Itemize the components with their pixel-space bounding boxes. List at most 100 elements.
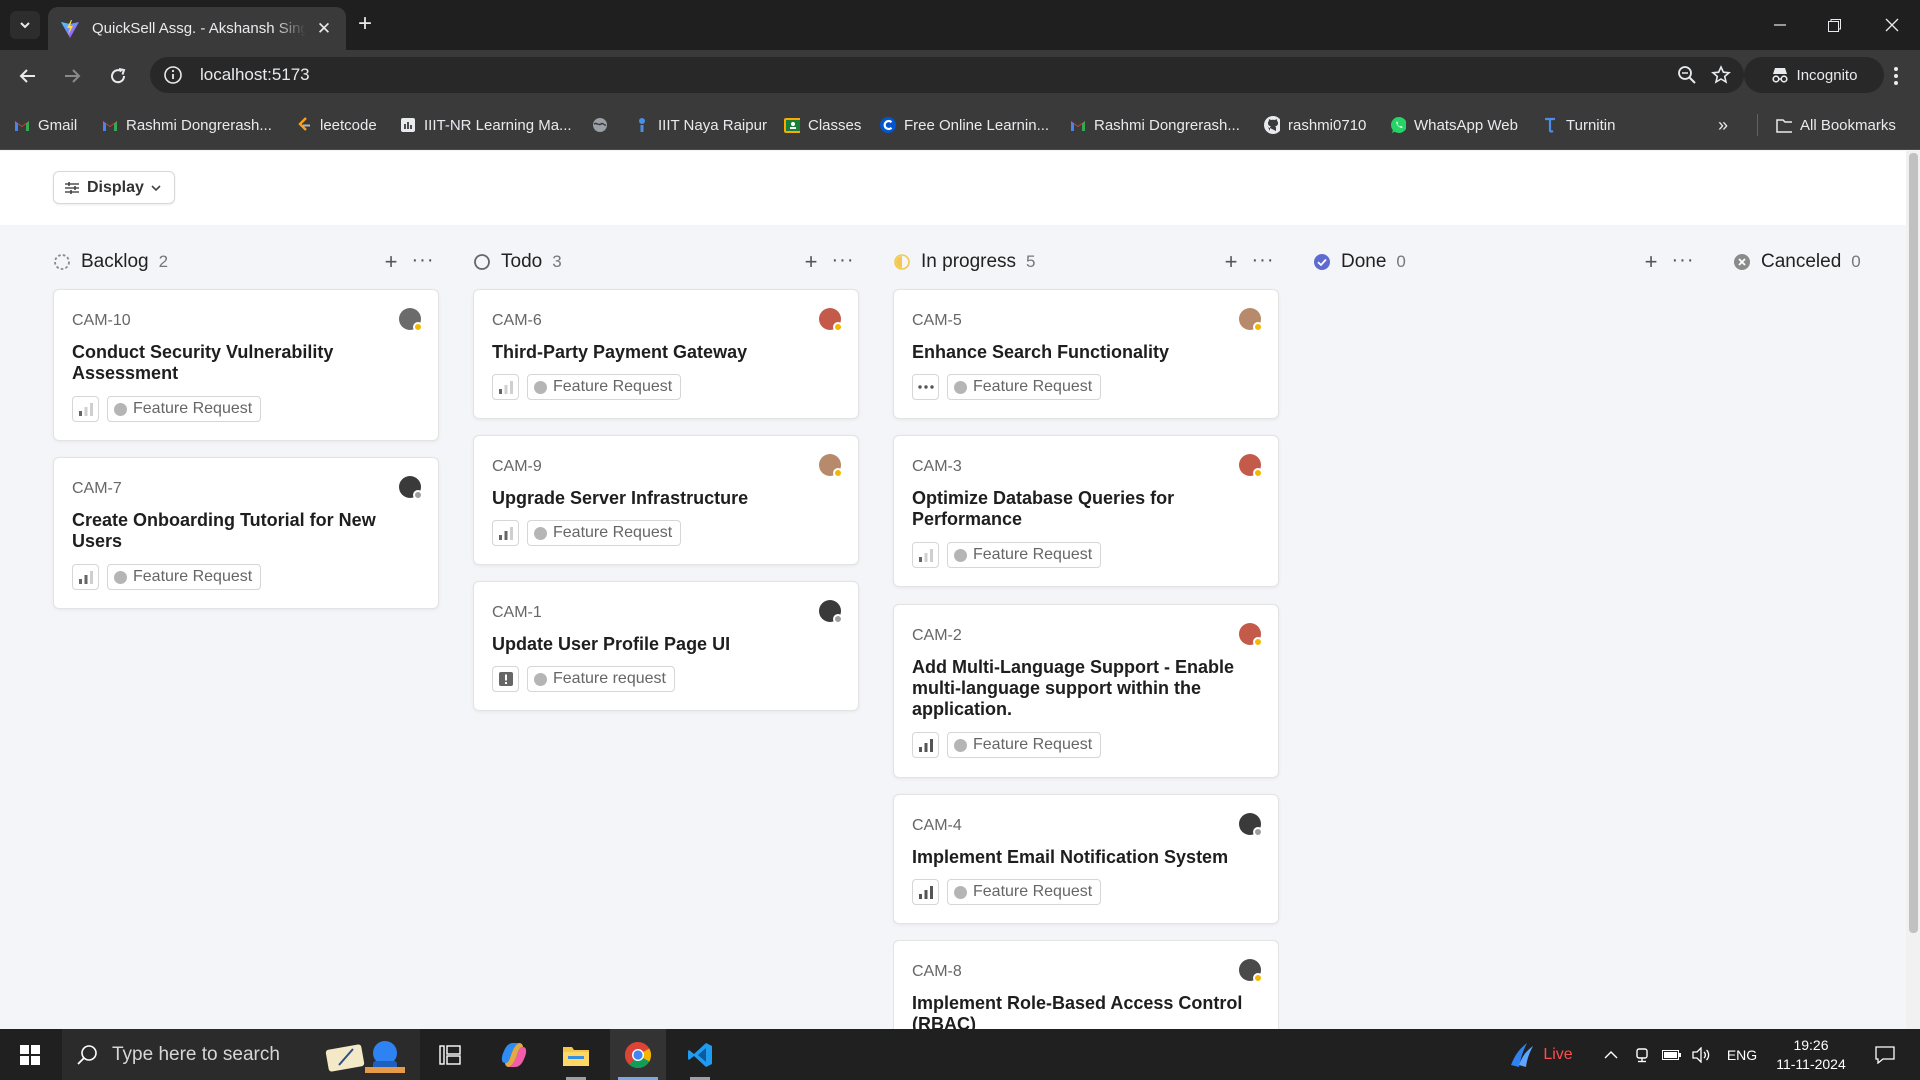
- add-card-plus-icon[interactable]: +: [1641, 249, 1661, 275]
- bookmark-rashmi-1[interactable]: Rashmi Dongrerash...: [102, 115, 272, 135]
- ticket-card-cam-9[interactable]: CAM-9 Upgrade Server Infrastructure Feat…: [473, 435, 859, 565]
- bookmark-leetcode[interactable]: leetcode: [296, 115, 377, 135]
- feature-tag[interactable]: Feature Request: [107, 396, 262, 422]
- feature-tag[interactable]: Feature Request: [527, 374, 682, 400]
- avatar[interactable]: [819, 600, 843, 624]
- feature-tag[interactable]: Feature Request: [947, 542, 1102, 568]
- canceled-x-circle-icon: [1733, 253, 1751, 271]
- bookmark-globe[interactable]: [592, 115, 608, 135]
- window-close-icon[interactable]: [1864, 0, 1920, 50]
- column-more-icon[interactable]: ···: [1671, 249, 1695, 272]
- bookmark-coursera[interactable]: Free Online Learnin...: [880, 115, 1049, 135]
- column-more-icon[interactable]: ···: [1251, 249, 1275, 272]
- minimize-icon[interactable]: [1752, 0, 1808, 50]
- file-explorer-icon[interactable]: [548, 1029, 604, 1080]
- back-arrow-icon[interactable]: [14, 62, 42, 90]
- priority-low-icon[interactable]: [912, 542, 939, 568]
- avatar[interactable]: [819, 308, 843, 332]
- bookmark-star-icon[interactable]: [1704, 58, 1738, 92]
- ticket-card-cam-6[interactable]: CAM-6 Third-Party Payment Gateway Featur…: [473, 289, 859, 419]
- priority-low-icon[interactable]: [492, 374, 519, 400]
- feature-tag[interactable]: Feature Request: [527, 520, 682, 546]
- priority-medium-icon[interactable]: [72, 564, 99, 590]
- bookmark-rashmi-2[interactable]: Rashmi Dongrerash...: [1070, 115, 1240, 135]
- priority-high-icon[interactable]: [912, 879, 939, 905]
- add-card-plus-icon[interactable]: +: [381, 249, 401, 275]
- bookmark-iiit-naya-raipur[interactable]: IIIT Naya Raipur: [634, 115, 767, 135]
- bookmark-github[interactable]: rashmi0710: [1264, 115, 1366, 135]
- avatar[interactable]: [1239, 454, 1263, 478]
- feature-tag[interactable]: Feature Request: [947, 879, 1102, 905]
- scrollbar-thumb[interactable]: [1909, 153, 1918, 933]
- bookmark-gmail[interactable]: Gmail: [14, 115, 77, 135]
- no-priority-dots-icon[interactable]: [912, 374, 939, 400]
- notifications-icon[interactable]: [1862, 1029, 1908, 1080]
- feature-tag[interactable]: Feature Request: [947, 374, 1102, 400]
- avatar[interactable]: [1239, 623, 1263, 647]
- avatar[interactable]: [1239, 813, 1263, 837]
- page-scrollbar[interactable]: [1906, 151, 1920, 1029]
- volume-icon[interactable]: [1690, 1029, 1714, 1080]
- address-bar[interactable]: localhost:5173: [150, 57, 1744, 93]
- zoom-icon[interactable]: [1670, 58, 1704, 92]
- ticket-card-cam-5[interactable]: CAM-5 Enhance Search Functionality Featu…: [893, 289, 1279, 419]
- copilot-icon[interactable]: [486, 1029, 542, 1080]
- feature-tag[interactable]: Feature Request: [107, 564, 262, 590]
- windows-taskbar: Type here to search Live ENG 19:26 11-11…: [0, 1029, 1920, 1080]
- add-card-plus-icon[interactable]: +: [801, 249, 821, 275]
- reload-icon[interactable]: [104, 62, 132, 90]
- ticket-card-cam-3[interactable]: CAM-3 Optimize Database Queries for Perf…: [893, 435, 1279, 587]
- windows-start-icon[interactable]: [0, 1029, 60, 1080]
- task-view-icon[interactable]: [424, 1029, 476, 1080]
- ticket-card-cam-1[interactable]: CAM-1 Update User Profile Page UI Featur…: [473, 581, 859, 711]
- priority-medium-icon[interactable]: [492, 520, 519, 546]
- vscode-icon[interactable]: [672, 1029, 728, 1080]
- ticket-card-cam-7[interactable]: CAM-7 Create Onboarding Tutorial for New…: [53, 457, 439, 609]
- clock[interactable]: 19:26 11-11-2024: [1766, 1029, 1856, 1080]
- bookmarks-bar: Gmail Rashmi Dongrerash... leetcode IIIT…: [0, 100, 1920, 150]
- chrome-taskbar-icon[interactable]: [610, 1029, 666, 1080]
- priority-urgent-icon[interactable]: [492, 666, 519, 692]
- restore-icon[interactable]: [1806, 0, 1862, 50]
- incognito-indicator[interactable]: Incognito: [1744, 57, 1884, 93]
- new-tab-plus-icon[interactable]: +: [352, 12, 378, 38]
- chevron-down-icon: [151, 184, 161, 191]
- bookmark-classes[interactable]: Classes: [784, 115, 861, 135]
- meet-now-icon[interactable]: [1632, 1029, 1652, 1080]
- battery-icon[interactable]: [1660, 1029, 1684, 1080]
- bookmark-whatsapp[interactable]: WhatsApp Web: [1390, 115, 1518, 135]
- tab-close-icon[interactable]: ✕: [314, 19, 334, 39]
- avatar[interactable]: [819, 454, 843, 478]
- ticket-card-cam-2[interactable]: CAM-2 Add Multi-Language Support - Enabl…: [893, 604, 1279, 778]
- all-bookmarks[interactable]: All Bookmarks: [1776, 115, 1896, 135]
- language-indicator[interactable]: ENG: [1720, 1029, 1764, 1080]
- avatar[interactable]: [1239, 959, 1263, 983]
- avatar[interactable]: [1239, 308, 1263, 332]
- priority-low-icon[interactable]: [72, 396, 99, 422]
- browser-tab-active[interactable]: QuickSell Assg. - Akshansh Singh ✕: [48, 7, 346, 50]
- ticket-card-cam-8[interactable]: CAM-8 Implement Role-Based Access Contro…: [893, 940, 1279, 1029]
- feature-tag[interactable]: Feature Request: [947, 732, 1102, 758]
- site-info-icon[interactable]: [162, 64, 184, 86]
- bookmark-iiitnr-learning[interactable]: IIIT-NR Learning Ma...: [400, 115, 572, 135]
- display-dropdown-button[interactable]: Display: [53, 171, 175, 204]
- show-hidden-icons-chevron-icon[interactable]: [1600, 1029, 1622, 1080]
- forward-arrow-icon[interactable]: [58, 62, 86, 90]
- bookmarks-overflow-chevron-icon[interactable]: »: [1718, 115, 1728, 135]
- column-header: Done 0 + ···: [1313, 245, 1699, 279]
- column-more-icon[interactable]: ···: [411, 249, 435, 272]
- ipl-live-widget[interactable]: Live: [1500, 1029, 1580, 1080]
- ticket-card-cam-4[interactable]: CAM-4 Implement Email Notification Syste…: [893, 794, 1279, 924]
- bookmark-label: IIIT Naya Raipur: [658, 116, 767, 134]
- avatar[interactable]: [399, 476, 423, 500]
- add-card-plus-icon[interactable]: +: [1221, 249, 1241, 275]
- taskbar-search-box[interactable]: Type here to search: [62, 1029, 420, 1080]
- tab-search-chevron-icon[interactable]: [10, 11, 40, 39]
- ticket-card-cam-10[interactable]: CAM-10 Conduct Security Vulnerability As…: [53, 289, 439, 441]
- column-more-icon[interactable]: ···: [831, 249, 855, 272]
- browser-menu-icon[interactable]: [1882, 62, 1910, 90]
- bookmark-turnitin[interactable]: Turnitin: [1542, 115, 1615, 135]
- avatar[interactable]: [399, 308, 423, 332]
- feature-tag[interactable]: Feature request: [527, 666, 675, 692]
- priority-high-icon[interactable]: [912, 732, 939, 758]
